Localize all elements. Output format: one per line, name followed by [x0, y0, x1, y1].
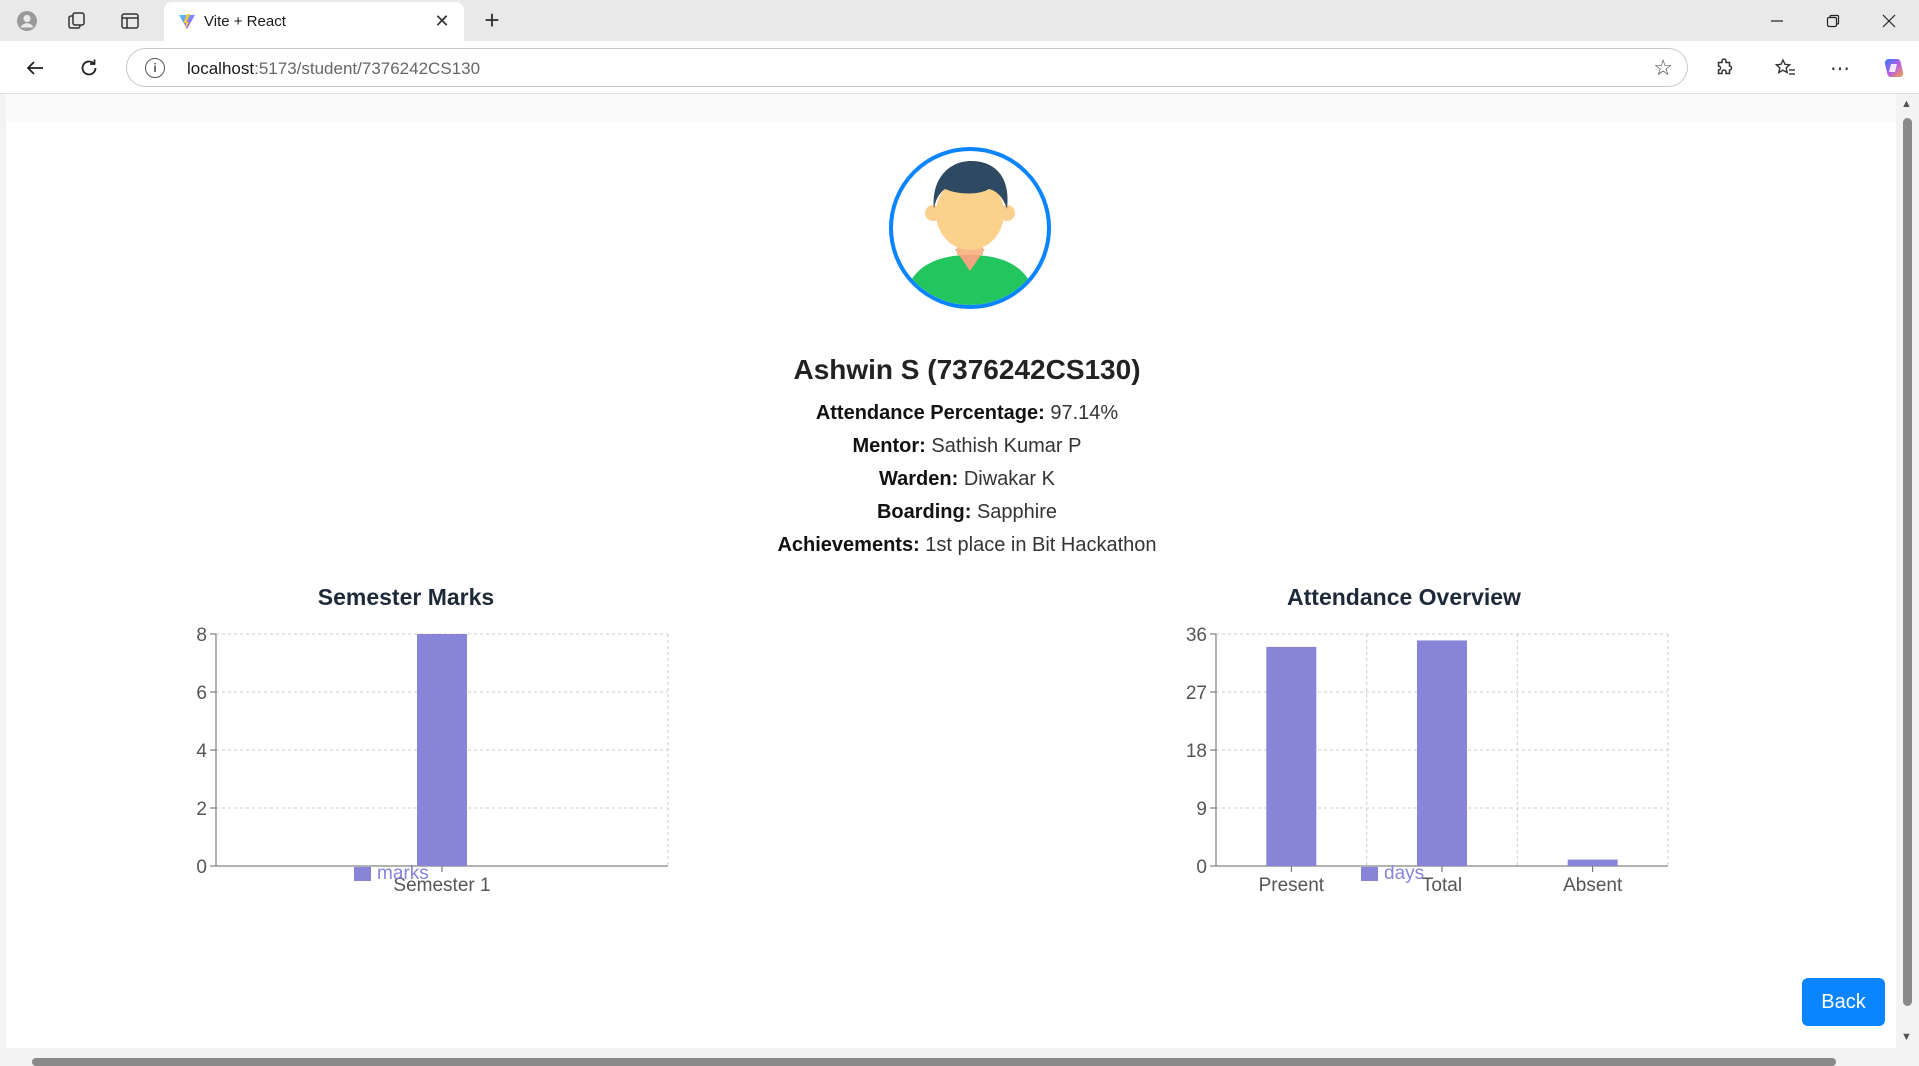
field-label: Mentor:: [852, 435, 926, 457]
student-profile-page: Ashwin S (7376242CS130) Attendance Perce…: [6, 122, 1896, 1048]
copilot-icon[interactable]: [1879, 53, 1909, 83]
legend-swatch: [1361, 867, 1378, 881]
profile-icon[interactable]: [13, 7, 41, 35]
more-menu-icon[interactable]: ⋯: [1825, 53, 1855, 83]
y-tick-label: 9: [1196, 799, 1207, 820]
boarding-row: Boarding: Sapphire: [6, 501, 1896, 524]
active-tab[interactable]: Vite + React ✕: [164, 2, 464, 41]
favorite-star-icon[interactable]: ☆: [1653, 55, 1673, 81]
site-info-icon[interactable]: i: [145, 58, 165, 78]
y-tick-label: 8: [196, 625, 207, 646]
vertical-scroll-thumb[interactable]: [1903, 118, 1912, 1006]
close-tab-icon[interactable]: ✕: [430, 9, 454, 33]
field-label: Boarding:: [876, 501, 972, 523]
url-text: localhost:5173/student/7376242CS130: [187, 59, 480, 79]
browser-toolbar: i localhost:5173/student/7376242CS130 ☆ …: [0, 41, 1919, 94]
attendance-percentage-row: Attendance Percentage: 97.14%: [6, 402, 1896, 425]
bar-present: [1266, 646, 1317, 866]
url-host: localhost: [187, 59, 255, 78]
refresh-icon[interactable]: [74, 53, 104, 83]
y-tick-label: 6: [196, 683, 207, 704]
minimize-icon[interactable]: [1747, 0, 1807, 41]
close-window-icon[interactable]: [1859, 0, 1919, 41]
page-viewport: Ashwin S (7376242CS130) Attendance Perce…: [6, 94, 1896, 1048]
achievements-row: Achievements: 1st place in Bit Hackathon: [6, 534, 1896, 557]
url-path: :5173/student/7376242CS130: [254, 59, 481, 78]
semester-marks-title: Semester Marks: [317, 584, 495, 610]
bar-total: [1417, 640, 1467, 866]
x-tick-label: Present: [1259, 875, 1325, 896]
y-tick-label: 18: [1186, 741, 1207, 762]
y-tick-label: 36: [1186, 625, 1207, 646]
attendance-overview-legend: days: [1361, 863, 1424, 885]
student-name-heading: Ashwin S (7376242CS130): [793, 354, 1141, 385]
legend-label: days: [1384, 863, 1425, 884]
semester-marks-chart: 02468Semester 1: [196, 625, 669, 896]
legend-swatch: [354, 867, 371, 881]
address-bar[interactable]: i localhost:5173/student/7376242CS130 ☆: [126, 48, 1688, 87]
field-value: Diwakar K: [963, 468, 1055, 490]
scroll-down-arrow-icon[interactable]: ▼: [1901, 1031, 1912, 1043]
field-value: Sapphire: [976, 501, 1058, 523]
field-value: 1st place in Bit Hackathon: [925, 534, 1157, 556]
attendance-overview-chart: 0 9 18 27 36 Present Total Absent: [1186, 625, 1669, 896]
y-tick-label: 4: [196, 741, 207, 762]
back-button[interactable]: Back: [1802, 978, 1885, 1026]
avatar-illustration-icon: [903, 161, 1037, 305]
bar-semester-1: [417, 634, 467, 866]
field-label: Warden:: [879, 468, 959, 490]
field-value: Sathish Kumar P: [931, 435, 1082, 457]
horizontal-scrollbar[interactable]: [0, 1048, 1919, 1066]
browser-tab-bar: Vite + React ✕ +: [0, 0, 1919, 41]
warden-row: Warden: Diwakar K: [6, 468, 1896, 491]
favorites-icon[interactable]: [1770, 53, 1800, 83]
semester-marks-legend: marks: [354, 863, 429, 885]
x-tick-label: Absent: [1563, 875, 1623, 896]
attendance-overview-title: Attendance Overview: [1287, 584, 1521, 610]
y-tick-label: 27: [1186, 683, 1207, 704]
vite-logo-icon: [178, 13, 196, 36]
new-tab-icon[interactable]: +: [478, 5, 506, 35]
horizontal-scroll-thumb[interactable]: [32, 1058, 1836, 1066]
back-arrow-icon[interactable]: [20, 53, 50, 83]
legend-label: marks: [377, 863, 429, 884]
field-label: Achievements:: [777, 534, 920, 556]
x-tick-label: Total: [1422, 875, 1462, 896]
mentor-row: Mentor: Sathish Kumar P: [6, 435, 1896, 458]
collections-icon[interactable]: [63, 7, 91, 35]
scroll-up-arrow-icon[interactable]: ▲: [1901, 98, 1912, 110]
y-tick-label: 0: [1196, 857, 1207, 878]
tab-title: Vite + React: [204, 13, 286, 30]
vertical-tabs-icon[interactable]: [116, 7, 144, 35]
y-tick-label: 2: [196, 799, 207, 820]
restore-icon[interactable]: [1803, 0, 1863, 41]
extensions-icon[interactable]: [1709, 53, 1739, 83]
vertical-scrollbar[interactable]: ▲ ▼: [1896, 94, 1919, 1048]
y-tick-label: 0: [196, 857, 207, 878]
field-label: Attendance Percentage:: [815, 402, 1045, 424]
field-value: 97.14%: [1050, 402, 1119, 424]
bar-absent: [1567, 859, 1618, 866]
student-avatar: [889, 147, 1051, 309]
